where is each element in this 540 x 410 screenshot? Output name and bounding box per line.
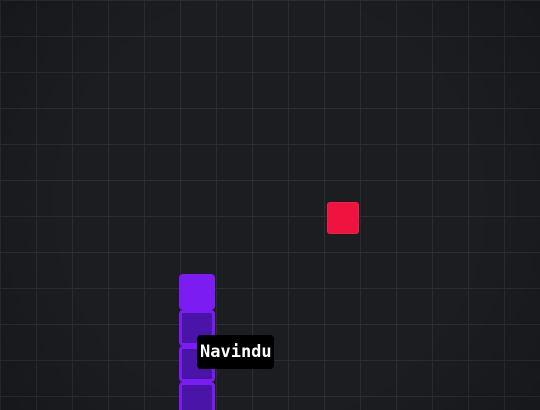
game-board: Navindu xyxy=(0,0,540,410)
snake-body-segment xyxy=(179,382,215,410)
food-pellet xyxy=(327,202,359,234)
player-name-label: Navindu xyxy=(197,335,274,369)
snake-head xyxy=(179,274,215,310)
